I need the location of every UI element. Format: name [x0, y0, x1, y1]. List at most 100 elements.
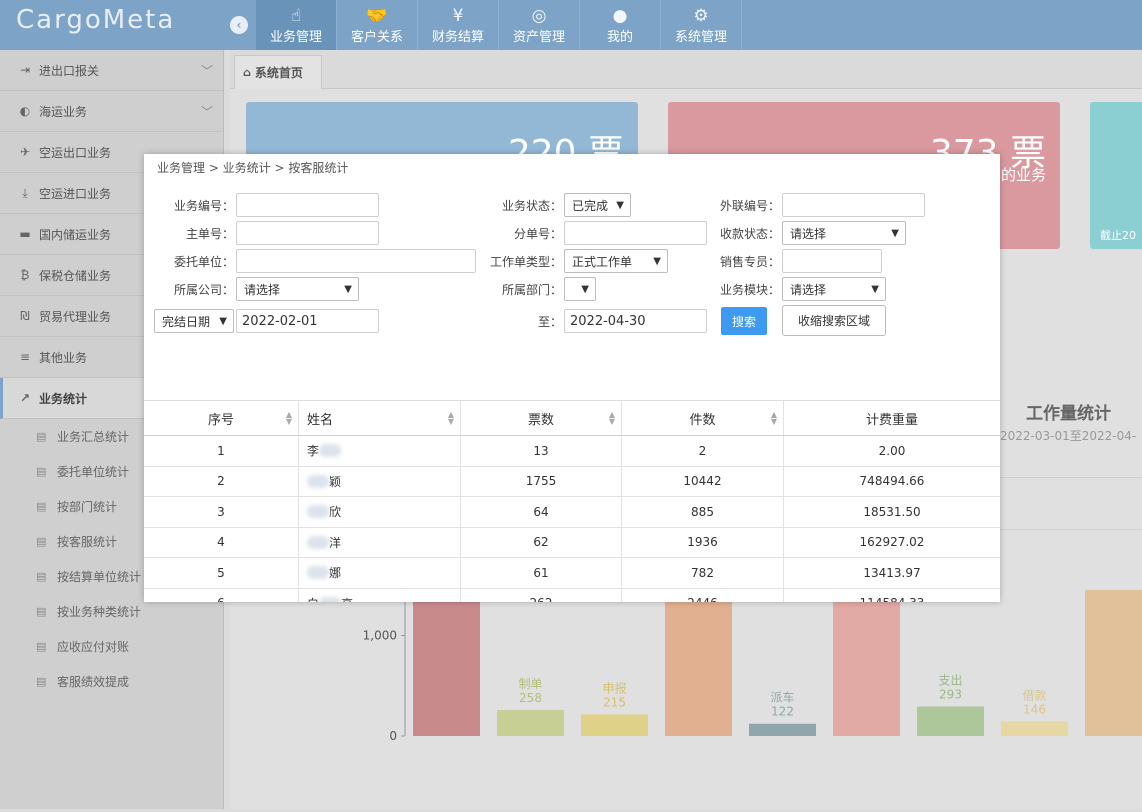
rocket-icon: ✈	[19, 145, 31, 159]
date-type-select[interactable]: 完结日期 ▼	[154, 309, 234, 333]
sidebar-item-sea[interactable]: ◐ 海运业务 ﹀	[0, 91, 223, 132]
table-row[interactable]: 3 欣 64 885 18531.50	[144, 497, 1000, 528]
pay-status-select[interactable]: 请选择 ▼	[782, 221, 906, 245]
cell-pieces: 782	[622, 558, 784, 588]
form-row: 外联编号：	[684, 193, 925, 217]
cell-pieces: 2	[622, 436, 784, 466]
cell-name: 娜	[299, 558, 461, 588]
dept-select[interactable]: ▼	[564, 277, 596, 301]
line-chart-icon: ↗	[19, 391, 31, 405]
workload-range: 2022-03-01至2022-04-	[1000, 429, 1137, 443]
workload-title: 工作量统计	[1026, 404, 1111, 424]
cell-pieces: 10442	[622, 466, 784, 496]
yen-icon: ¥	[452, 6, 464, 26]
company-select[interactable]: 请选择 ▼	[236, 277, 359, 301]
cell-weight: 18531.50	[863, 504, 921, 519]
bar	[917, 706, 984, 736]
col-header-index[interactable]: 序号 ▲ ▼	[144, 401, 299, 435]
topnav-item-finance[interactable]: ¥ 财务结算	[418, 0, 499, 50]
sort-icon[interactable]: ▲ ▼	[448, 411, 454, 426]
master-no-label: 主单号：	[185, 226, 234, 241]
cell-index: 1	[144, 436, 299, 466]
client-input[interactable]	[236, 249, 476, 273]
form-row: 工作单类型： 正式工作单 ▼	[464, 249, 668, 273]
master-no-input[interactable]	[236, 221, 379, 245]
y-tick-label: 1,000	[363, 629, 397, 643]
chevron-down-icon: ▼	[616, 199, 624, 211]
cell-tickets: 262	[461, 588, 622, 602]
card-subtitle: 的业务	[1000, 166, 1046, 184]
module-label: 业务模块：	[719, 282, 780, 297]
table-row[interactable]: 2 颖 1755 10442 748494.66	[144, 466, 1000, 497]
top-bar: CargoMeta ‹ ☝ 业务管理 🤝 客户关系 ¥ 财务结算 ◎ 资产管理 ● 我的 …	[0, 0, 1142, 50]
table-row[interactable]: 6白高2622446114584.33	[144, 588, 1000, 602]
cell-weight: 162927.02	[859, 535, 925, 550]
table-row[interactable]: 4 洋 62 1936 162927.02	[144, 527, 1000, 558]
date-to-input[interactable]: 2022-04-30	[564, 309, 707, 333]
biz-no-input[interactable]	[236, 193, 379, 217]
topnav-item-business[interactable]: ☝ 业务管理	[256, 0, 337, 50]
chevron-down-icon: ▼	[653, 255, 661, 267]
name-text: 欣	[329, 505, 342, 520]
table-row[interactable]: 5 娜 61 782 13413.97	[144, 558, 1000, 589]
basketball-icon: ◎	[531, 6, 547, 26]
table-body: 1 李 13 2 2.00 2 颖 1755 10442 748494.66 3 欣 64 885 1853…	[144, 436, 1000, 602]
client-label: 委托单位：	[173, 254, 234, 269]
cell-tickets: 62	[461, 527, 622, 557]
form-row: 分单号：	[464, 221, 707, 245]
status-label: 业务状态：	[501, 198, 562, 213]
col-header-weight[interactable]: 计费重量	[784, 401, 1000, 435]
cell-weight: 2.00	[878, 443, 906, 458]
workload-chart: 01,0002,0002149制单258申报215录入商品1357派车122支出…	[340, 474, 1142, 809]
status-select[interactable]: 已完成 ▼	[564, 193, 631, 217]
sidebar-subitem[interactable]: ▤ 客服绩效提成	[0, 664, 223, 699]
stats-modal: 业务管理 > 业务统计 > 按客服统计 业务编号： 主单号： 委托单位： 所属公…	[144, 154, 1000, 602]
topnav-item-crm[interactable]: 🤝 客户关系	[337, 0, 418, 50]
name-text: 高	[341, 595, 353, 602]
bitcoin-icon: ₿	[20, 268, 30, 282]
bar	[833, 474, 900, 736]
file-icon: ▤	[36, 675, 47, 688]
worksheet-type-select[interactable]: 正式工作单 ▼	[564, 249, 668, 273]
cell-tickets: 13	[461, 436, 622, 466]
top-nav: ☝ 业务管理 🤝 客户关系 ¥ 财务结算 ◎ 资产管理 ● 我的 ⚙ 系统管理	[256, 0, 742, 50]
bar-category-label: 申报	[602, 680, 626, 695]
form-row: 销售专员：	[684, 249, 882, 273]
date-from-input[interactable]: 2022-02-01	[236, 309, 379, 333]
sales-input[interactable]	[782, 249, 882, 273]
form-row: 所属公司： 请选择 ▼	[144, 277, 359, 301]
sidebar-subitem[interactable]: ▤ 应收应付对账	[0, 629, 223, 664]
sort-icon[interactable]: ▲ ▼	[609, 411, 615, 426]
table-row[interactable]: 1 李 13 2 2.00	[144, 436, 1000, 467]
bar-value-label: 146	[1023, 702, 1046, 716]
topnav-item-mine[interactable]: ● 我的	[580, 0, 661, 50]
col-header-pieces[interactable]: 件数 ▲ ▼	[622, 401, 784, 435]
cell-pieces: 1936	[622, 527, 784, 557]
sort-icon[interactable]: ▲ ▼	[286, 411, 292, 426]
sidebar-item-customs[interactable]: ⇥ 进出口报关 ﹀	[0, 50, 223, 91]
sidebar-toggle-icon[interactable]: ‹	[230, 16, 248, 34]
col-header-name[interactable]: 姓名 ▲ ▼	[299, 401, 461, 435]
col-header-tickets[interactable]: 票数 ▲ ▼	[461, 401, 622, 435]
file-icon: ▤	[36, 605, 47, 618]
bar-category-label: 派车	[770, 690, 794, 705]
tab-home[interactable]: ⌂ 系统首页	[234, 55, 322, 89]
globe-icon: ◐	[19, 104, 31, 118]
topnav-item-system[interactable]: ⚙ 系统管理	[661, 0, 742, 50]
name-text: 颖	[329, 474, 342, 489]
cell-name: 欣	[299, 497, 461, 527]
collapse-search-button[interactable]: 收缩搜索区域	[782, 305, 886, 336]
sort-icon[interactable]: ▲ ▼	[771, 411, 777, 426]
stat-card: 截止20	[1090, 102, 1142, 249]
handshake-icon: 🤝	[366, 6, 388, 26]
topnav-item-assets[interactable]: ◎ 资产管理	[499, 0, 580, 50]
form-row: 业务编号：	[144, 193, 379, 217]
ext-no-input[interactable]	[782, 193, 925, 217]
chevron-down-icon: ﹀	[200, 63, 213, 78]
form-row: 所属部门： ▼	[464, 277, 596, 301]
file-icon: ▤	[36, 500, 47, 513]
module-select[interactable]: 请选择 ▼	[782, 277, 886, 301]
cell-tickets: 64	[461, 497, 622, 527]
bar	[497, 710, 564, 736]
search-button[interactable]: 搜索	[721, 307, 767, 335]
